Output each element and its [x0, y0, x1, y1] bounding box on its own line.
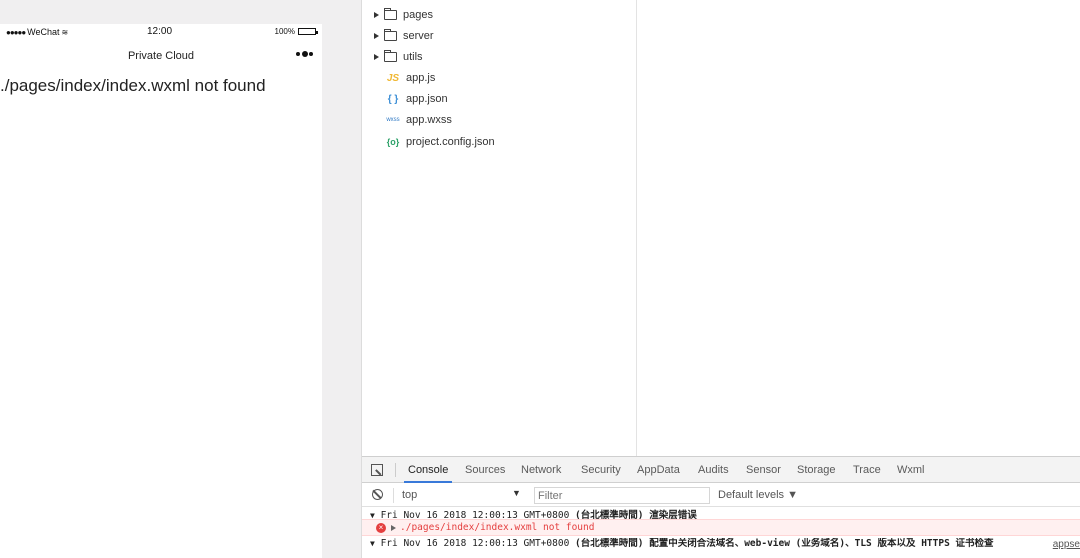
- tree-label: project.config.json: [406, 136, 495, 148]
- file-tree: pages server utils JS app.js { } app.jso…: [362, 0, 636, 456]
- devtools-panel: Console Sources Network Security AppData…: [362, 456, 1080, 558]
- log-entry[interactable]: ▼ Fri Nov 16 2018 12:00:13 GMT+0800 (台北標…: [362, 538, 1080, 558]
- nav-title: Private Cloud: [127, 50, 195, 62]
- json-file-icon: { }: [387, 93, 399, 105]
- inspect-element-icon[interactable]: [371, 464, 383, 476]
- tab-sensor[interactable]: Sensor: [742, 457, 785, 483]
- wifi-icon: ≋: [61, 27, 69, 37]
- tree-folder-pages[interactable]: pages: [362, 6, 433, 24]
- nav-bar: Private Cloud: [0, 46, 322, 68]
- folder-icon: [384, 29, 397, 41]
- tab-trace[interactable]: Trace: [849, 457, 885, 483]
- chevron-down-icon[interactable]: ▼: [512, 488, 521, 498]
- tab-console[interactable]: Console: [404, 457, 453, 483]
- status-time: 12:00: [147, 26, 173, 37]
- tree-file-project-config[interactable]: {o} project.config.json: [362, 133, 495, 151]
- log-timestamp: Fri Nov 16 2018 12:00:13 GMT+0800: [380, 538, 570, 549]
- levels-dropdown[interactable]: Default levels ▼: [718, 489, 798, 501]
- tab-storage[interactable]: Storage: [793, 457, 840, 483]
- tab-wxml[interactable]: Wxml: [893, 457, 929, 483]
- devtools-tab-bar: Console Sources Network Security AppData…: [362, 457, 1080, 483]
- tree-file-app-wxss[interactable]: wxss app.wxss: [362, 111, 452, 129]
- battery-percent: 100%: [274, 27, 295, 36]
- tab-audits[interactable]: Audits: [694, 457, 733, 483]
- expand-arrow-icon[interactable]: [374, 54, 379, 60]
- log-timestamp: Fri Nov 16 2018 12:00:13 GMT+0800: [380, 510, 570, 519]
- error-message: ./pages/index/index.wxml not found: [400, 522, 595, 533]
- tab-sources[interactable]: Sources: [461, 457, 509, 483]
- filter-input[interactable]: [534, 487, 710, 504]
- tree-label: pages: [403, 9, 433, 21]
- tree-folder-utils[interactable]: utils: [362, 48, 423, 66]
- battery-icon: [298, 28, 318, 35]
- tree-label: app.js: [406, 72, 436, 84]
- folder-icon: [384, 8, 397, 20]
- carrier-label: WeChat: [27, 27, 60, 37]
- error-log-entry[interactable]: × ./pages/index/index.wxml not found: [362, 519, 1080, 536]
- page-error-message: ./pages/index/index.wxml not found: [0, 76, 266, 95]
- expand-arrow-icon[interactable]: [374, 33, 379, 39]
- status-bar: ●●●●● WeChat ≋ 12:00 100%: [0, 24, 322, 40]
- tree-folder-server[interactable]: server: [362, 27, 434, 45]
- signal-dots-icon: ●●●●●: [6, 27, 26, 37]
- js-file-icon: JS: [386, 72, 400, 84]
- wxss-file-icon: wxss: [386, 117, 400, 123]
- config-file-icon: {o}: [386, 137, 400, 147]
- tab-appdata[interactable]: AppData: [633, 457, 684, 483]
- more-menu-icon[interactable]: [296, 51, 313, 57]
- tab-security[interactable]: Security: [577, 457, 625, 483]
- tree-label: app.json: [406, 93, 448, 105]
- tree-file-app-json[interactable]: { } app.json: [362, 90, 448, 108]
- tree-label: app.wxss: [406, 114, 452, 126]
- tab-network[interactable]: Network: [517, 457, 565, 483]
- expand-arrow-icon[interactable]: [374, 12, 379, 18]
- folder-icon: [384, 50, 397, 62]
- collapse-arrow-icon[interactable]: ▼: [370, 511, 375, 519]
- log-source-link[interactable]: appse: [1048, 539, 1080, 550]
- tree-label: server: [403, 30, 434, 42]
- phone-screen: ●●●●● WeChat ≋ 12:00 100% Private Cloud …: [0, 24, 322, 558]
- error-icon: ×: [376, 522, 386, 533]
- log-message: (台北標準時間) 渲染层错误: [575, 510, 697, 519]
- context-select[interactable]: top: [402, 489, 524, 501]
- log-entry[interactable]: ▼ Fri Nov 16 2018 12:00:13 GMT+0800 (台北標…: [362, 507, 1080, 519]
- console-toolbar: top ▼ Default levels ▼: [362, 484, 1080, 507]
- expand-arrow-icon[interactable]: [391, 524, 396, 531]
- tree-label: utils: [403, 51, 423, 63]
- log-message: (台北標準時間) 配置中关闭合法域名、web-view (业务域名)、TLS 版…: [575, 538, 994, 549]
- clear-console-icon[interactable]: [372, 489, 383, 500]
- editor-divider[interactable]: [636, 0, 637, 456]
- tree-file-app-js[interactable]: JS app.js: [362, 69, 435, 87]
- collapse-arrow-icon[interactable]: ▼: [370, 539, 375, 548]
